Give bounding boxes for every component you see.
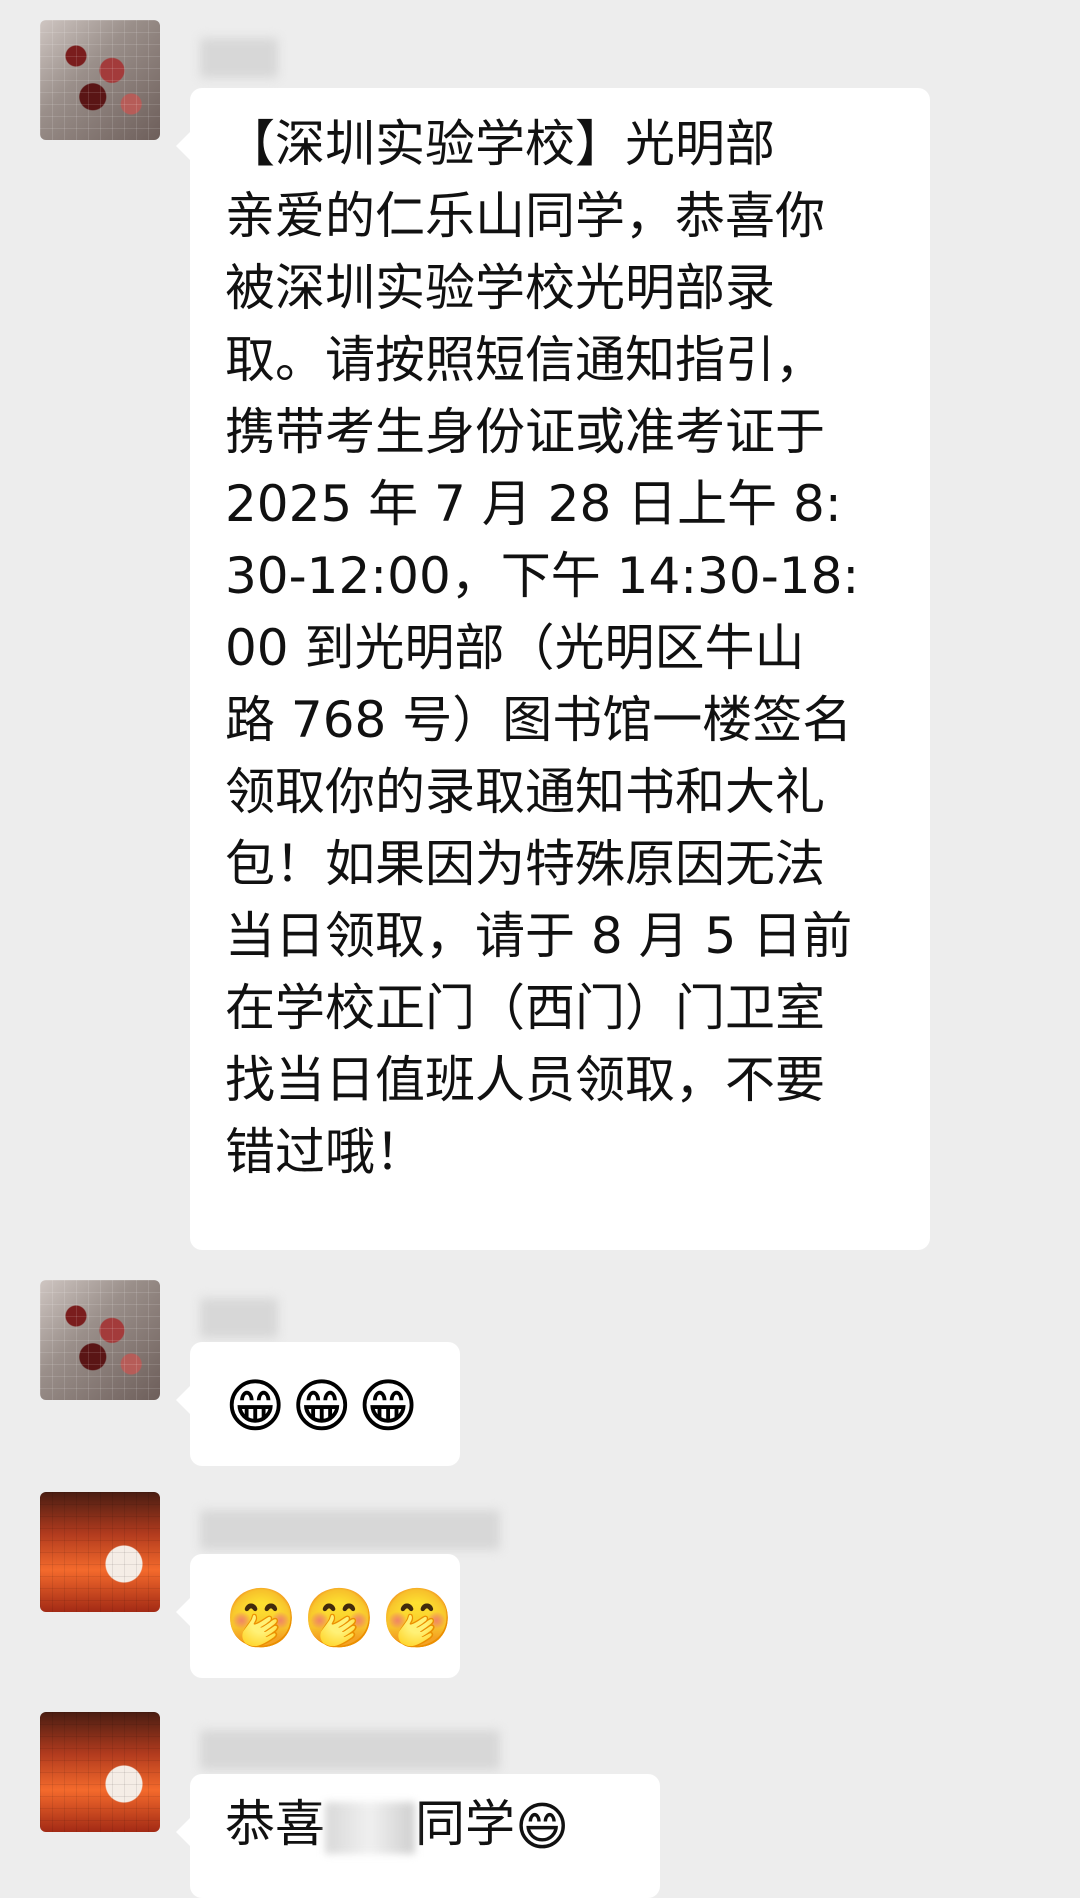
grinning-emoji-group: 😁😁😁: [225, 1372, 425, 1440]
sender-name-redacted: [200, 1298, 278, 1338]
chat-history: 【深圳实验学校】光明部 亲爱的仁乐山同学，恭喜你 被深圳实验学校光明部录 取。请…: [0, 0, 1080, 1898]
avatar[interactable]: [40, 1712, 160, 1832]
hand-over-mouth-emoji-group: 🤭🤭🤭: [225, 1584, 460, 1652]
redacted-name: [325, 1801, 415, 1854]
avatar[interactable]: [40, 1280, 160, 1400]
message-bubble[interactable]: 😁😁😁: [176, 1342, 460, 1466]
avatar[interactable]: [40, 20, 160, 140]
message-bubble[interactable]: 恭喜 同学😄: [176, 1774, 660, 1898]
message-bubble[interactable]: 🤭🤭🤭: [176, 1554, 460, 1678]
sender-name-redacted: [200, 1510, 500, 1550]
message-suffix: 同学: [415, 1795, 515, 1853]
message-text: 恭喜 同学😄: [225, 1788, 569, 1864]
chat-message: 😁😁😁: [0, 1280, 1080, 1466]
message-text: 【深圳实验学校】光明部 亲爱的仁乐山同学，恭喜你 被深圳实验学校光明部录 取。请…: [225, 115, 860, 1181]
chat-message: 【深圳实验学校】光明部 亲爱的仁乐山同学，恭喜你 被深圳实验学校光明部录 取。请…: [0, 20, 1080, 1260]
chat-message: 🤭🤭🤭: [0, 1492, 1080, 1678]
message-prefix: 恭喜: [225, 1795, 325, 1853]
chat-message: 恭喜 同学😄: [0, 1712, 1080, 1898]
avatar[interactable]: [40, 1492, 160, 1612]
message-bubble[interactable]: 【深圳实验学校】光明部 亲爱的仁乐山同学，恭喜你 被深圳实验学校光明部录 取。请…: [176, 88, 930, 1250]
sender-name-redacted: [200, 38, 278, 78]
grinning-face-emoji: 😄: [515, 1797, 570, 1858]
sender-name-redacted: [200, 1730, 500, 1770]
